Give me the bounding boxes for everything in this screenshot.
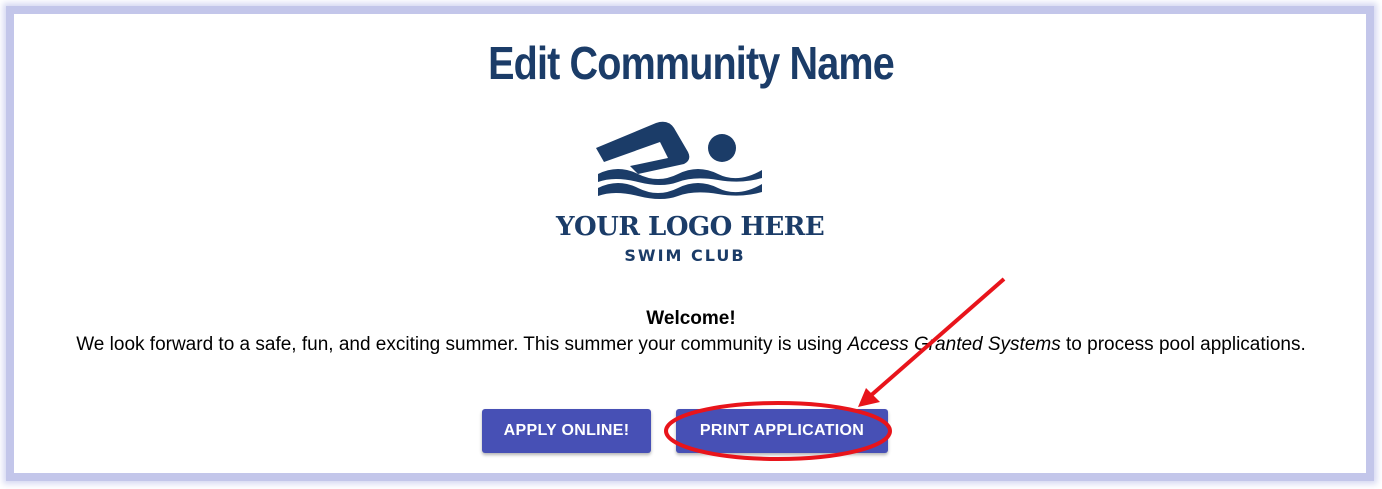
message-text-end: to process pool applications. (1060, 334, 1306, 355)
print-application-button[interactable]: PRINT APPLICATION (676, 409, 888, 453)
welcome-message: We look forward to a safe, fun, and exci… (0, 334, 1382, 356)
logo-subtext: SWIM CLUB (624, 246, 746, 265)
logo-text: YOUR LOGO HERE (556, 212, 825, 242)
welcome-heading: Welcome! (646, 308, 736, 329)
community-logo: YOUR LOGO HERE SWIM CLUB (556, 104, 825, 284)
message-text-start: We look forward to a safe, fun, and exci… (76, 334, 848, 355)
apply-online-button[interactable]: APPLY ONLINE! (482, 409, 651, 453)
page-title: Edit Community Name (488, 37, 895, 89)
swimmer-icon (596, 121, 762, 199)
company-name: Access Granted Systems (847, 334, 1061, 355)
